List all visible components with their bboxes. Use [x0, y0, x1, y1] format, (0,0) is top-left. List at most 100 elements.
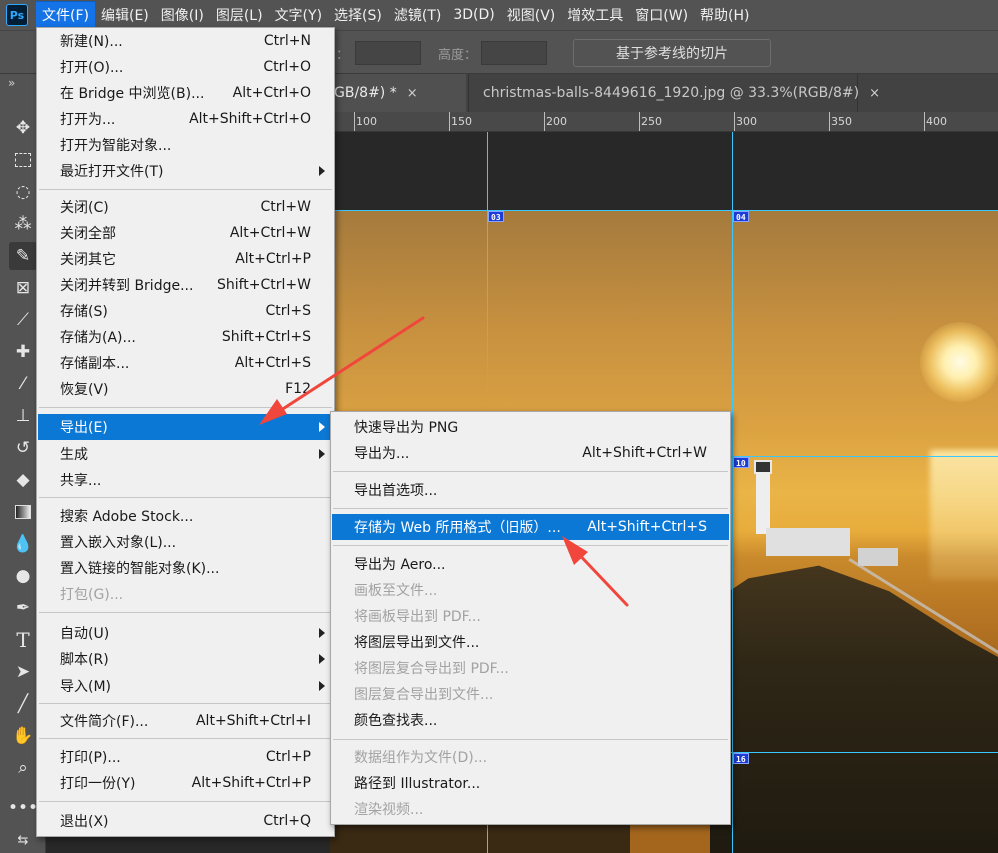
menu-item-browse-bridge[interactable]: 在 Bridge 中浏览(B)... Alt+Ctrl+O: [38, 80, 333, 106]
menu-item-quick-export-png[interactable]: 快速导出为 PNG: [332, 414, 729, 440]
menu-item-export[interactable]: 导出(E): [38, 414, 333, 440]
menu-item-place-embedded[interactable]: 置入嵌入对象(L)...: [38, 529, 333, 555]
menu-item-exit[interactable]: 退出(X) Ctrl+Q: [38, 808, 333, 834]
menu-help[interactable]: 帮助(H): [694, 2, 755, 28]
collapse-panel-icon[interactable]: »: [8, 76, 15, 90]
pen-tool-icon[interactable]: ✒: [9, 594, 37, 622]
menu-item-revert[interactable]: 恢复(V) F12: [38, 376, 333, 402]
horizontal-guide[interactable]: [330, 210, 998, 211]
menu-separator: [333, 545, 728, 546]
menu-filter[interactable]: 滤镜(T): [388, 2, 447, 28]
menu-item-color-lookup-tables[interactable]: 颜色查找表...: [332, 707, 729, 733]
menu-item-share[interactable]: 共享...: [38, 467, 333, 493]
menu-item-layer-comps-to-pdf: 将图层复合导出到 PDF...: [354, 661, 509, 677]
eyedropper-tool-icon[interactable]: ⟋: [9, 306, 37, 334]
menu-item-close-others[interactable]: 关闭其它 Alt+Ctrl+P: [38, 246, 333, 272]
close-tab-icon[interactable]: ×: [869, 86, 880, 101]
ruler-tick-label: 150: [451, 115, 472, 128]
menu-item-open-as[interactable]: 打开为... Alt+Shift+Ctrl+O: [38, 106, 333, 132]
more-tools-icon[interactable]: •••: [8, 794, 38, 822]
menu-layer[interactable]: 图层(L): [210, 2, 269, 28]
menu-item-close-go-bridge[interactable]: 关闭并转到 Bridge... Shift+Ctrl+W: [38, 272, 333, 298]
path-selection-tool-icon[interactable]: ➤: [9, 658, 37, 686]
marquee-tool-icon[interactable]: [9, 146, 37, 174]
move-tool-icon[interactable]: ✥: [9, 114, 37, 142]
vertical-guide[interactable]: [732, 132, 733, 853]
document-tab-christmas-balls[interactable]: christmas-balls-8449616_1920.jpg @ 33.3%…: [468, 74, 880, 112]
document-tab-active[interactable]: GB/8#) * ×: [330, 74, 466, 112]
menu-item-file-info[interactable]: 文件简介(F)... Alt+Shift+Ctrl+I: [38, 708, 333, 734]
menu-item-place-linked[interactable]: 置入链接的智能对象(K)...: [38, 555, 333, 581]
healing-brush-tool-icon[interactable]: ✚: [9, 338, 37, 366]
line-tool-icon[interactable]: ╱: [9, 690, 37, 718]
frame-tool-icon[interactable]: ⊠: [9, 274, 37, 302]
slice-badge: 04: [733, 211, 749, 222]
menu-item-search-adobe-stock[interactable]: 搜索 Adobe Stock...: [38, 503, 333, 529]
menu-3d[interactable]: 3D(D): [447, 2, 500, 28]
menu-item-open-smart-object[interactable]: 打开为智能对象...: [38, 132, 333, 158]
menu-item-artboards-to-pdf: 将画板导出到 PDF...: [354, 609, 481, 625]
menu-item-package: 打包(G)...: [60, 587, 124, 603]
slices-from-guides-button[interactable]: 基于参考线的切片: [573, 39, 771, 67]
menu-item-export-as[interactable]: 导出为... Alt+Shift+Ctrl+W: [332, 440, 729, 466]
menu-item-layers-to-files[interactable]: 将图层导出到文件...: [332, 629, 729, 655]
menu-item-paths-to-illustrator[interactable]: 路径到 Illustrator...: [332, 770, 729, 796]
menu-edit[interactable]: 编辑(E): [95, 2, 155, 28]
swap-colors-icon[interactable]: ⇆: [9, 826, 37, 853]
menu-plugins[interactable]: 增效工具: [561, 2, 629, 28]
dodge-tool-icon[interactable]: ●: [9, 562, 37, 590]
ruler-tick-label: 400: [926, 115, 947, 128]
history-brush-tool-icon[interactable]: ↺: [9, 434, 37, 462]
menu-item-import[interactable]: 导入(M): [38, 673, 333, 699]
menu-separator: [333, 471, 728, 472]
menu-item-open[interactable]: 打开(O)... Ctrl+O: [38, 54, 333, 80]
menu-item-save-as[interactable]: 存储为(A)... Shift+Ctrl+S: [38, 324, 333, 350]
eraser-tool-icon[interactable]: ◆: [9, 466, 37, 494]
submenu-arrow-icon: [319, 166, 325, 176]
tab-label: GB/8#) *: [334, 85, 397, 101]
menu-item-data-sets-as-files: 数据组作为文件(D)...: [354, 750, 488, 766]
menu-item-recent-files[interactable]: 最近打开文件(T): [38, 158, 333, 184]
slice-height-input[interactable]: [481, 41, 547, 65]
slice-tool-icon[interactable]: ✎: [9, 242, 37, 270]
magic-wand-tool-icon[interactable]: ⁂: [9, 210, 37, 238]
slice-width-input[interactable]: [355, 41, 421, 65]
zoom-tool-icon[interactable]: ⌕: [9, 754, 37, 782]
sun: [920, 322, 998, 402]
menu-item-save-copy[interactable]: 存储副本... Alt+Ctrl+S: [38, 350, 333, 376]
menu-window[interactable]: 窗口(W): [629, 2, 694, 28]
menu-item-save-for-web-legacy[interactable]: 存储为 Web 所用格式（旧版）... Alt+Shift+Ctrl+S: [332, 514, 729, 540]
menu-item-generate[interactable]: 生成: [38, 441, 333, 467]
menu-item-print-one-copy[interactable]: 打印一份(Y) Alt+Shift+Ctrl+P: [38, 770, 333, 796]
menu-type[interactable]: 文字(Y): [269, 2, 328, 28]
side-house: [858, 548, 898, 566]
menu-item-new[interactable]: 新建(N)... Ctrl+N: [38, 28, 333, 54]
menu-separator: [39, 189, 332, 190]
hand-tool-icon[interactable]: ✋: [9, 722, 37, 750]
menu-view[interactable]: 视图(V): [501, 2, 562, 28]
menu-file[interactable]: 文件(F): [35, 1, 96, 29]
menu-separator: [39, 703, 332, 704]
sun-reflection: [930, 450, 998, 580]
menu-item-scripts[interactable]: 脚本(R): [38, 646, 333, 672]
submenu-arrow-icon: [319, 449, 325, 459]
menu-item-automate[interactable]: 自动(U): [38, 620, 333, 646]
menu-item-close-all[interactable]: 关闭全部 Alt+Ctrl+W: [38, 220, 333, 246]
submenu-arrow-icon: [319, 422, 325, 432]
brush-tool-icon[interactable]: ⁄: [9, 370, 37, 398]
menu-item-export-preferences[interactable]: 导出首选项...: [332, 477, 729, 503]
menu-image[interactable]: 图像(I): [155, 2, 210, 28]
gradient-tool-icon[interactable]: [9, 498, 37, 526]
menu-item-export-aero[interactable]: 导出为 Aero...: [332, 551, 729, 577]
menu-select[interactable]: 选择(S): [328, 2, 388, 28]
width-label-partial: ：: [336, 48, 350, 63]
blur-tool-icon[interactable]: 💧: [9, 530, 37, 558]
menu-item-print[interactable]: 打印(P)... Ctrl+P: [38, 744, 333, 770]
type-tool-icon[interactable]: T: [9, 626, 37, 654]
stamp-tool-icon[interactable]: ⊥: [9, 402, 37, 430]
menu-item-close[interactable]: 关闭(C) Ctrl+W: [38, 194, 333, 220]
close-tab-icon[interactable]: ×: [407, 86, 418, 101]
menu-separator: [333, 739, 728, 740]
menu-item-save[interactable]: 存储(S) Ctrl+S: [38, 298, 333, 324]
lasso-tool-icon[interactable]: ◌: [9, 178, 37, 206]
